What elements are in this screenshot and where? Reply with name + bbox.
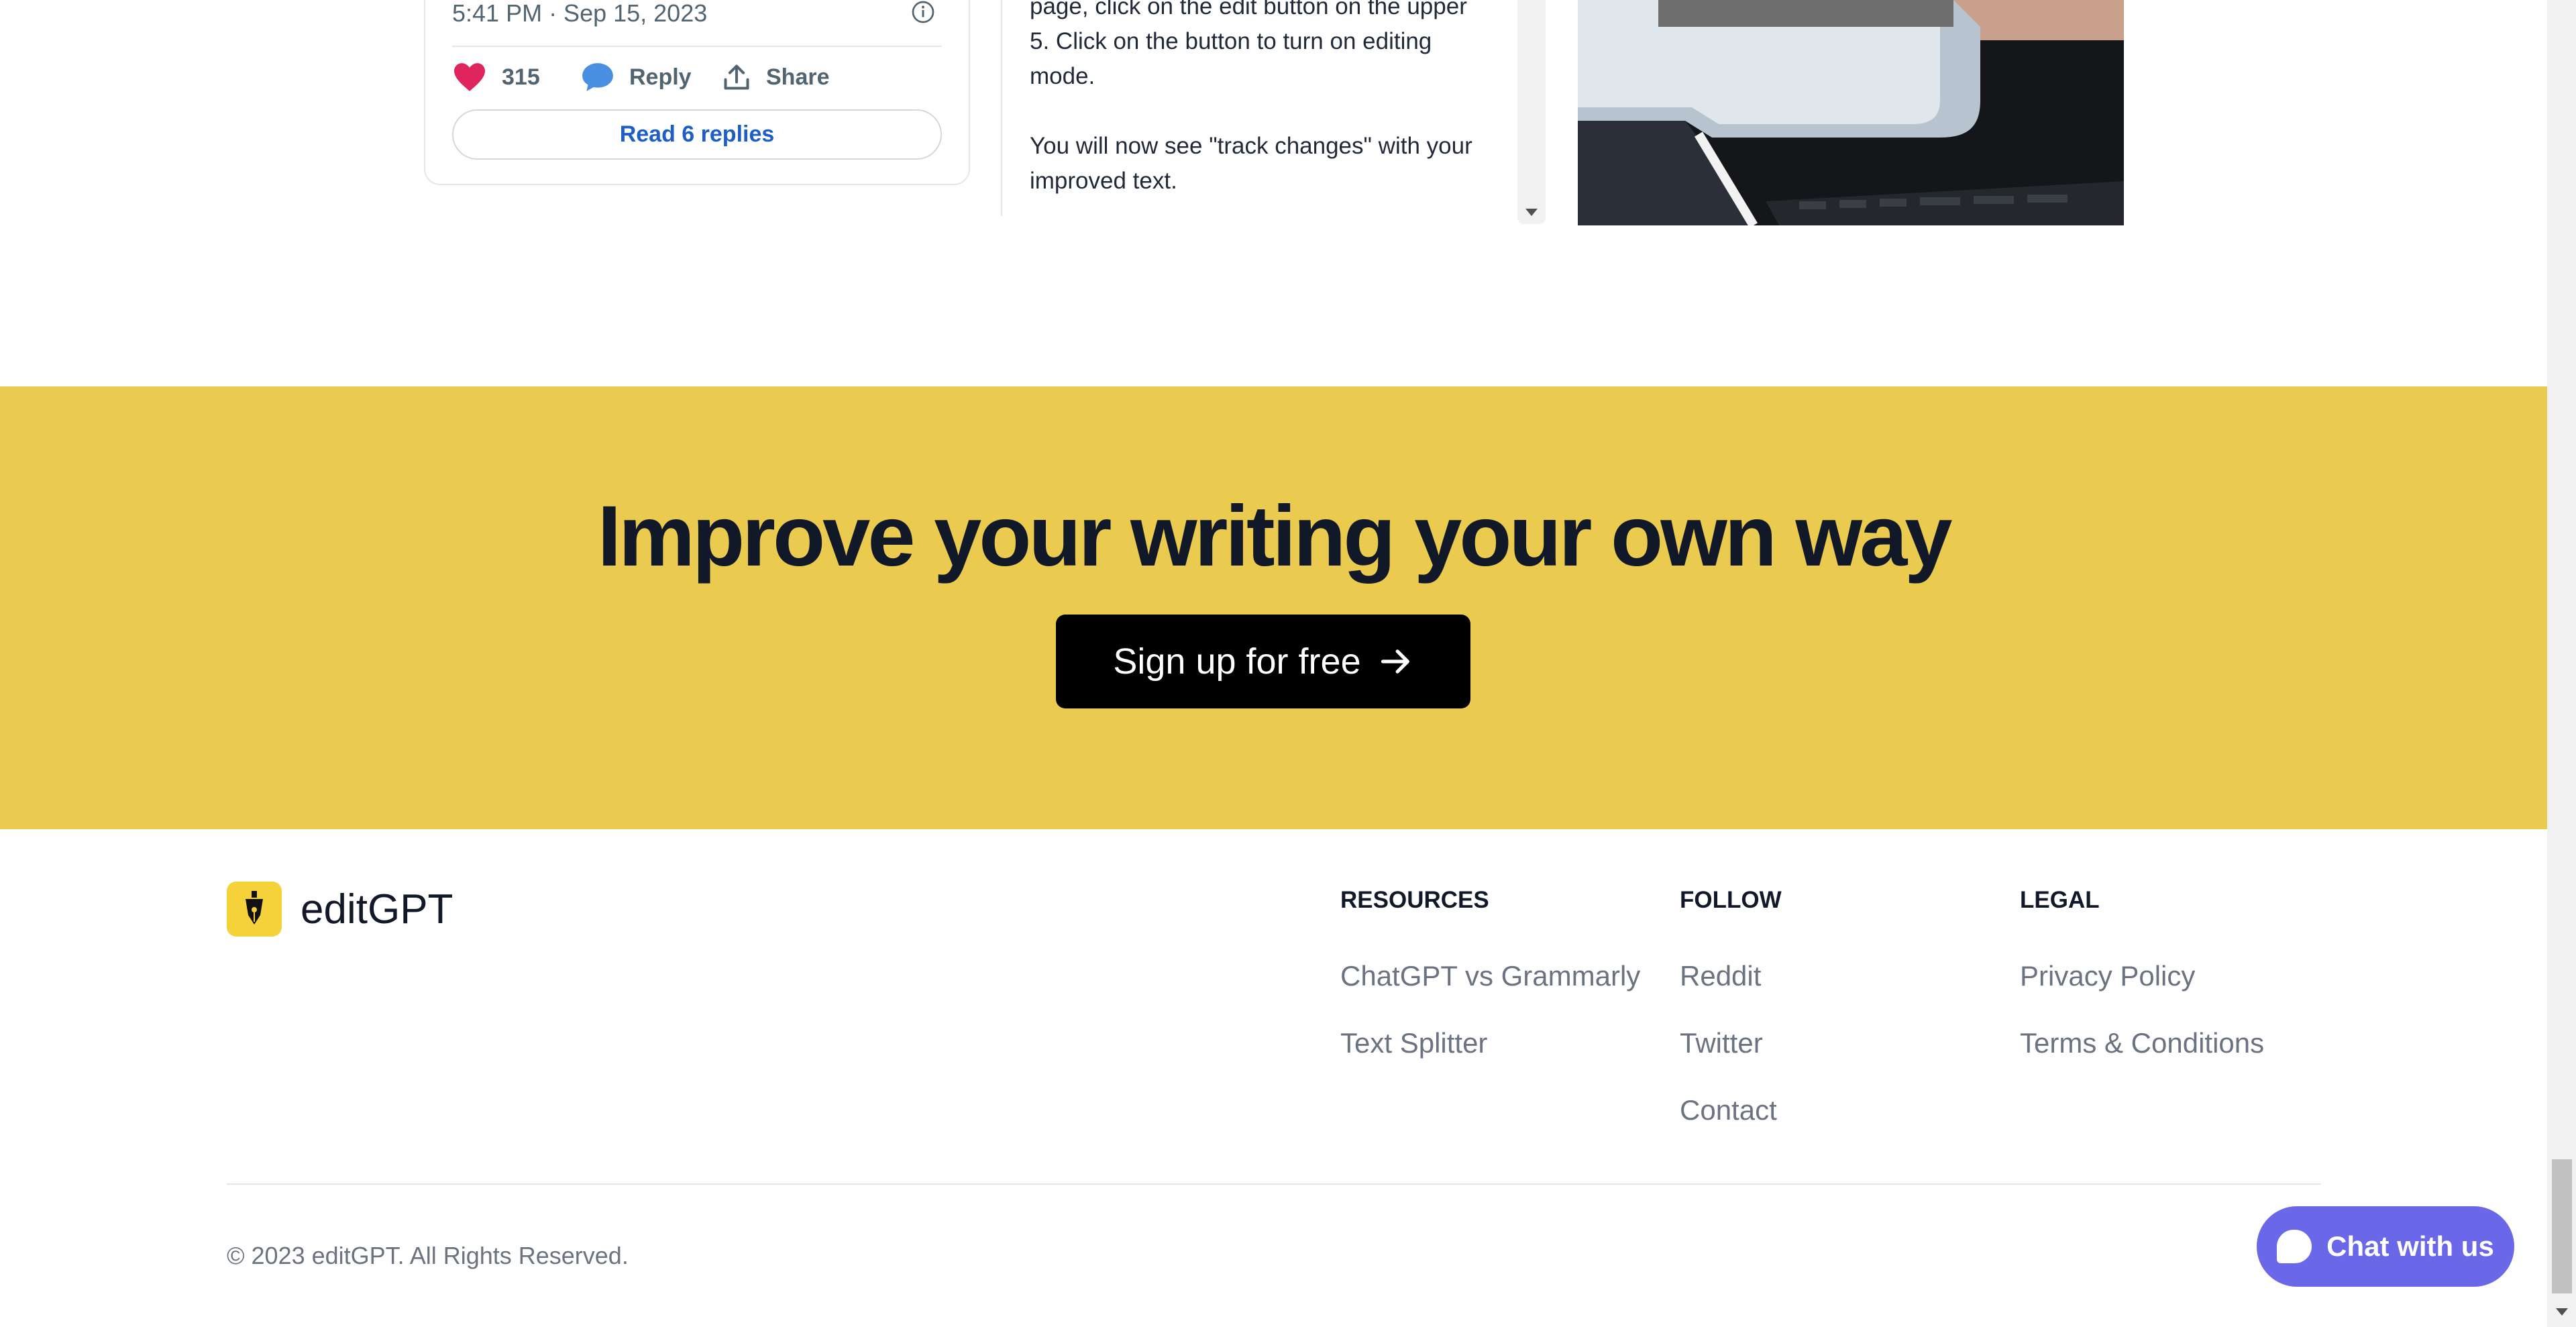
copyright-text: © 2023 editGPT. All Rights Reserved.	[227, 1242, 629, 1269]
footer-heading-resources: RESOURCES	[1340, 887, 1489, 913]
instruction-line: improved text.	[1030, 168, 1177, 194]
tweet-timestamp[interactable]: 5:41 PM · Sep 15, 2023	[452, 0, 707, 27]
share-label: Share	[766, 64, 830, 90]
footer-link-twitter[interactable]: Twitter	[1680, 1026, 1763, 1060]
instruction-line: page, click on the edit button on the up…	[1030, 0, 1467, 19]
footer-link-contact[interactable]: Contact	[1680, 1094, 1777, 1127]
footer-link-privacy-policy[interactable]: Privacy Policy	[2020, 959, 2195, 993]
logo-icon[interactable]	[227, 882, 282, 937]
chat-label: Chat with us	[2326, 1230, 2494, 1262]
footer-link-text-splitter[interactable]: Text Splitter	[1340, 1026, 1487, 1060]
footer-link-chatgpt-vs-grammarly[interactable]: ChatGPT vs Grammarly	[1340, 959, 1640, 993]
editor-scrollbar[interactable]	[1517, 0, 1546, 224]
info-icon[interactable]	[911, 0, 935, 24]
sign-up-label: Sign up for free	[1113, 641, 1361, 682]
page-scrollbar-thumb[interactable]	[2552, 1159, 2572, 1293]
share-button[interactable]: Share	[722, 60, 830, 94]
chat-with-us-button[interactable]: Chat with us	[2257, 1206, 2514, 1287]
share-icon	[724, 64, 749, 90]
footer-divider	[227, 1183, 2321, 1185]
speech-bubble-icon	[582, 63, 613, 91]
instruction-line: You will now see "track changes" with yo…	[1030, 133, 1472, 159]
cta-heading: Improve your writing your own way	[597, 488, 1953, 584]
reply-button[interactable]: Reply	[581, 60, 692, 94]
sign-up-button[interactable]: Sign up for free	[1056, 615, 1470, 708]
read-replies-button[interactable]: Read 6 replies	[452, 109, 942, 160]
instruction-line: 5. Click on the button to turn on editin…	[1030, 28, 1432, 54]
scroll-down-arrow-icon[interactable]	[2556, 1308, 2568, 1316]
tweet-divider	[452, 46, 942, 47]
footer-heading-follow: FOLLOW	[1680, 887, 1782, 913]
laptop-photo	[1578, 0, 2124, 225]
like-count: 315	[502, 64, 540, 90]
heart-icon	[454, 63, 485, 91]
reply-label: Reply	[629, 64, 692, 90]
footer-link-terms-conditions[interactable]: Terms & Conditions	[2020, 1026, 2264, 1060]
instruction-line: mode.	[1030, 63, 1095, 89]
column-divider	[1001, 0, 1002, 216]
footer-heading-legal: LEGAL	[2020, 887, 2100, 913]
scroll-down-arrow-icon[interactable]	[1525, 209, 1538, 216]
cta-section	[0, 386, 2547, 829]
like-button[interactable]: 315	[452, 60, 540, 94]
brand-name[interactable]: editGPT	[301, 884, 453, 935]
footer-link-reddit[interactable]: Reddit	[1680, 959, 1761, 993]
page-scrollbar[interactable]	[2547, 0, 2576, 1327]
editor-instructions: page, click on the edit button on the up…	[1030, 0, 1486, 199]
chat-bubble-icon	[2277, 1230, 2312, 1263]
arrow-right-icon	[1381, 649, 1409, 674]
